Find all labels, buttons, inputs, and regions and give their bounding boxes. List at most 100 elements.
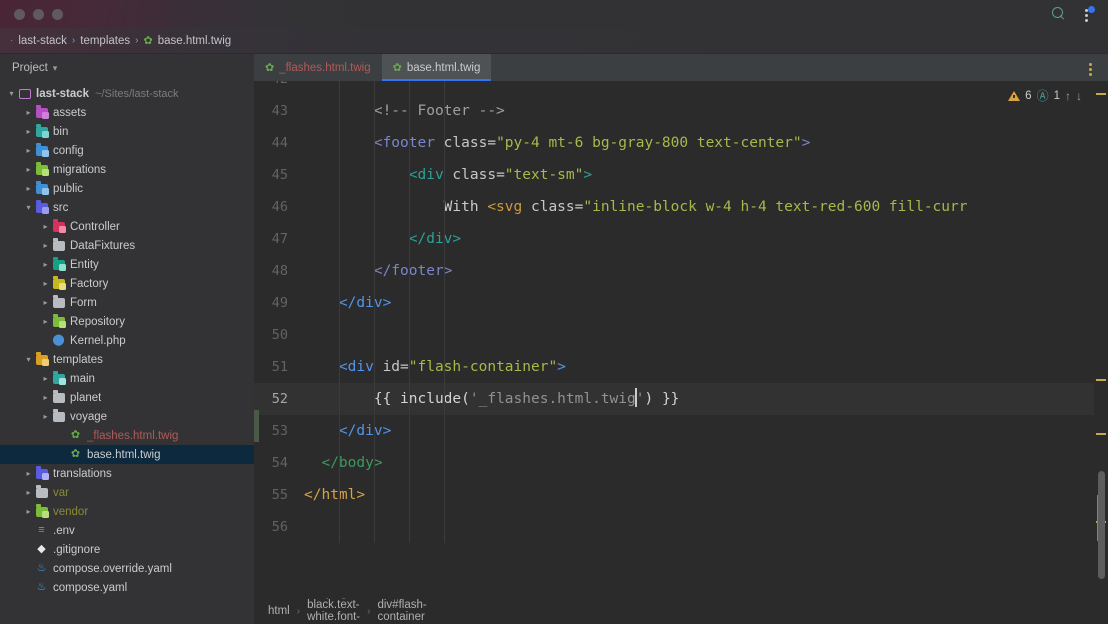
inspection-widget[interactable]: 6 Ⓐ 1 ↑ ↓ (1008, 87, 1082, 104)
tree-row-templates[interactable]: ▾ templates (0, 350, 254, 369)
chevron-right-icon[interactable]: ▸ (40, 279, 51, 288)
code-line[interactable]: 55 </html> (254, 479, 1108, 511)
arrow-up-icon[interactable]: ↑ (1065, 89, 1071, 103)
code-line[interactable]: 48 </footer> (254, 255, 1108, 287)
editor-tab-flashes-html-twig[interactable]: ✿ _flashes.html.twig (254, 54, 382, 81)
tree-row-assets[interactable]: ▸ assets (0, 103, 254, 122)
chevron-right-icon[interactable]: ▸ (40, 412, 51, 421)
zoom-button[interactable] (52, 8, 63, 20)
tree-row-migrations[interactable]: ▸ migrations (0, 160, 254, 179)
tree-row-vendor[interactable]: ▸ vendor (0, 502, 254, 521)
code-line[interactable]: 54 </body> (254, 447, 1108, 479)
tree-row-env[interactable]: ≡ .env (0, 521, 254, 540)
warning-marker[interactable] (1096, 433, 1106, 435)
chevron-right-icon[interactable]: ▸ (40, 393, 51, 402)
tree-row-compose-yaml[interactable]: ♨ compose.yaml (0, 578, 254, 597)
element-breadcrumb[interactable]: html›body.bg-black.text-white.font-mono›… (254, 587, 427, 624)
tree-row-config[interactable]: ▸ config (0, 141, 254, 160)
chevron-right-icon[interactable]: ▸ (23, 108, 34, 117)
chevron-down-icon[interactable]: ▾ (53, 63, 58, 74)
tree-row-planet[interactable]: ▸ planet (0, 388, 254, 407)
editor-tab-bar[interactable]: ✿ _flashes.html.twig ✿ base.html.twig (254, 54, 1108, 81)
tree-row-factory[interactable]: ▸ Factory (0, 274, 254, 293)
chevron-right-icon[interactable]: ▸ (40, 241, 51, 250)
tree-row-voyage[interactable]: ▸ voyage (0, 407, 254, 426)
chevron-right-icon[interactable]: ▸ (23, 507, 34, 516)
vertical-scrollbar-thumb[interactable] (1098, 471, 1105, 579)
tree-row-entity[interactable]: ▸ Entity (0, 255, 254, 274)
tree-row-base-html-twig[interactable]: ✿ base.html.twig (0, 445, 254, 464)
code-line-text: </body> (298, 447, 1108, 479)
code-lines[interactable]: 4243 <!-- Footer -->44 <footer class="py… (254, 81, 1108, 543)
code-line[interactable]: 52 {{ include('_flashes.html.twig') }} (254, 383, 1108, 415)
tree-row-kernel-php[interactable]: ⬤ Kernel.php (0, 331, 254, 350)
code-token: class= (443, 167, 505, 183)
tree-row-bin[interactable]: ▸ bin (0, 122, 254, 141)
chevron-right-icon[interactable]: ▸ (23, 469, 34, 478)
code-line[interactable]: 47 </div> (254, 223, 1108, 255)
chevron-right-icon[interactable]: ▸ (23, 488, 34, 497)
code-line[interactable]: 42 (254, 81, 1108, 95)
tree-row-main[interactable]: ▸ main (0, 369, 254, 388)
tree-row-datafixtures[interactable]: ▸ DataFixtures (0, 236, 254, 255)
chevron-right-icon[interactable]: ▸ (23, 165, 34, 174)
chevron-right-icon[interactable]: ▸ (40, 317, 51, 326)
code-line[interactable]: 56 (254, 511, 1108, 543)
minimize-button[interactable] (33, 8, 44, 20)
project-tool-header[interactable]: Project ▾ (0, 54, 254, 82)
element-breadcrumb-item[interactable]: html (268, 605, 290, 617)
code-line[interactable]: 53 </div> (254, 415, 1108, 447)
code-area[interactable]: 4243 <!-- Footer -->44 <footer class="py… (254, 81, 1108, 598)
indent-guide (408, 95, 410, 127)
tree-row-gitignore[interactable]: ◆ .gitignore (0, 540, 254, 559)
tree-row-public[interactable]: ▸ public (0, 179, 254, 198)
chevron-right-icon[interactable]: ▸ (23, 127, 34, 136)
code-line[interactable]: 51 <div id="flash-container"> (254, 351, 1108, 383)
tree-row-form[interactable]: ▸ Form (0, 293, 254, 312)
chevron-down-icon[interactable]: ▾ (23, 355, 34, 364)
chevron-right-icon[interactable]: ▸ (23, 146, 34, 155)
breadcrumb-item-2[interactable]: base.html.twig (158, 35, 232, 47)
breadcrumb-item-0[interactable]: last-stack (18, 35, 67, 47)
code-line[interactable]: 43 <!-- Footer --> (254, 95, 1108, 127)
tree-row-controller[interactable]: ▸ Controller (0, 217, 254, 236)
chevron-right-icon[interactable]: ▸ (40, 260, 51, 269)
close-button[interactable] (14, 8, 25, 20)
chevron-down-icon[interactable]: ▾ (6, 89, 17, 98)
warning-marker[interactable] (1096, 379, 1106, 381)
code-line[interactable]: 45 <div class="text-sm"> (254, 159, 1108, 191)
chevron-down-icon[interactable]: ▾ (23, 203, 34, 212)
tree-row-translations[interactable]: ▸ translations (0, 464, 254, 483)
project-tree[interactable]: ▾ last-stack ~/Sites/last-stack ▸ assets ▸ bin… (0, 82, 254, 598)
error-stripe[interactable] (1094, 81, 1108, 598)
tab-options-icon[interactable] (1084, 61, 1098, 76)
chevron-right-icon[interactable]: ▸ (40, 222, 51, 231)
indent-guide (443, 191, 445, 223)
element-breadcrumb-item[interactable]: div#flash-container (377, 599, 426, 623)
code-token: "py-4 mt-6 bg-gray-800 text-center" (496, 135, 802, 151)
tree-row-src[interactable]: ▾ src (0, 198, 254, 217)
code-line[interactable]: 49 </div> (254, 287, 1108, 319)
tree-row-compose-override-yaml[interactable]: ♨ compose.override.yaml (0, 559, 254, 578)
indent-guide (338, 255, 340, 287)
warning-marker[interactable] (1096, 93, 1106, 95)
chevron-right-icon[interactable]: ▸ (40, 298, 51, 307)
tree-row-root[interactable]: ▾ last-stack ~/Sites/last-stack (0, 84, 254, 103)
search-icon[interactable] (1052, 7, 1066, 21)
code-line[interactable]: 46 With <svg class="inline-block w-4 h-4… (254, 191, 1108, 223)
window-traffic-lights[interactable] (0, 8, 63, 20)
chevron-right-icon[interactable]: ▸ (40, 374, 51, 383)
code-line[interactable]: 44 <footer class="py-4 mt-6 bg-gray-800 … (254, 127, 1108, 159)
line-number: 54 (271, 455, 288, 471)
breadcrumb-item-1[interactable]: templates (80, 35, 130, 47)
tree-row-var[interactable]: ▸ var (0, 483, 254, 502)
arrow-down-icon[interactable]: ↓ (1076, 89, 1082, 103)
code-line[interactable]: 50 (254, 319, 1108, 351)
line-number: 46 (271, 199, 288, 215)
vertical-dots-icon[interactable] (1080, 6, 1095, 22)
indent-guide (338, 351, 340, 383)
editor-tab-base-html-twig[interactable]: ✿ base.html.twig (381, 54, 492, 81)
tree-row-repository[interactable]: ▸ Repository (0, 312, 254, 331)
tree-row-flashes-html-twig[interactable]: ✿ _flashes.html.twig (0, 426, 254, 445)
chevron-right-icon[interactable]: ▸ (23, 184, 34, 193)
